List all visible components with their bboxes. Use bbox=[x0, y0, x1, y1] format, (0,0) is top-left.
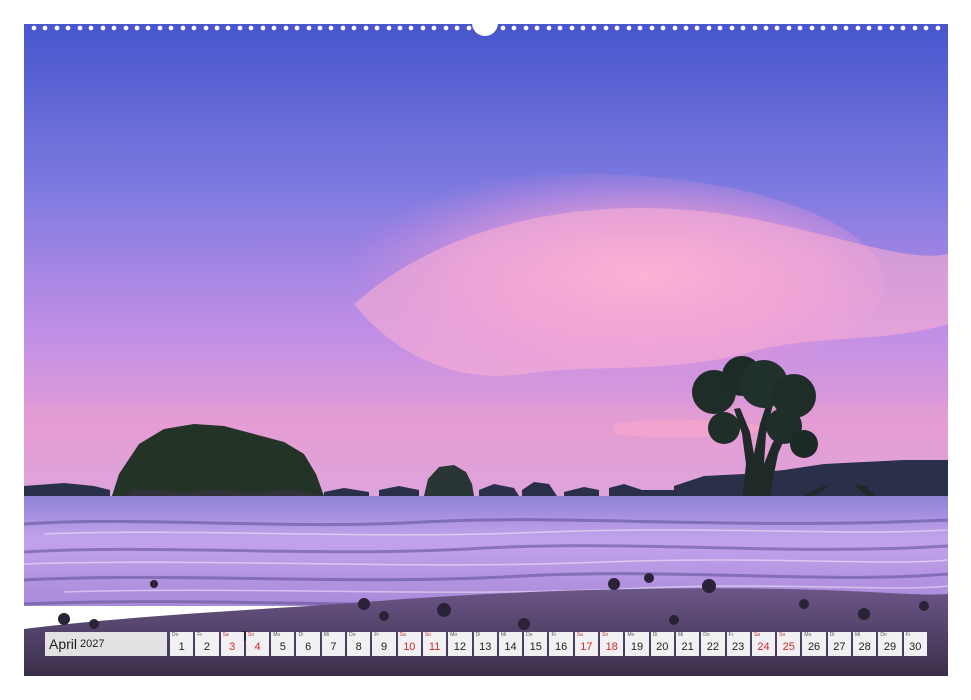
weekday-label: So bbox=[779, 632, 786, 638]
day-number: 12 bbox=[453, 641, 467, 653]
day-cell: Mi 21 bbox=[675, 632, 700, 656]
month-year: 2027 bbox=[80, 638, 105, 650]
day-number: 24 bbox=[757, 641, 770, 653]
day-number: 8 bbox=[355, 641, 362, 653]
day-cell: Do 15 bbox=[524, 632, 548, 656]
day-number: 10 bbox=[403, 641, 416, 653]
day-number: 30 bbox=[909, 641, 922, 653]
weekday-label: Do bbox=[880, 632, 887, 638]
month-label: April 2027 bbox=[45, 632, 167, 656]
weekday-label: Sa bbox=[222, 632, 229, 638]
weekday-label: Mo bbox=[450, 632, 458, 638]
day-number: 20 bbox=[656, 641, 669, 653]
day-number: 23 bbox=[732, 641, 745, 653]
weekday-label: Do bbox=[349, 632, 356, 638]
day-cell: Di 13 bbox=[473, 632, 497, 656]
day-cell: So 4 bbox=[245, 632, 270, 656]
day-cell: Di 6 bbox=[296, 632, 320, 656]
weekday-label: Do bbox=[526, 632, 533, 638]
day-cell: Mo 5 bbox=[271, 632, 295, 656]
day-number: 29 bbox=[883, 641, 897, 653]
day-number: 1 bbox=[178, 641, 185, 653]
day-cell: Fr 30 bbox=[903, 632, 927, 656]
day-number: 9 bbox=[380, 641, 388, 653]
weekday-label: So bbox=[424, 632, 432, 638]
weekday-label: Di bbox=[829, 632, 835, 638]
day-number: 6 bbox=[305, 641, 312, 653]
day-number: 2 bbox=[203, 641, 210, 653]
day-cell: Fr 2 bbox=[195, 632, 219, 656]
calendar-strip: April 2027 Do 1 Fr 2 Sa 3 So 4 Mo 5 Di 6 Mi 7 Do 8 Fr 9 Sa… bbox=[45, 632, 927, 656]
weekday-label: Fr bbox=[551, 632, 557, 638]
landscape-photo bbox=[24, 24, 948, 676]
day-cell: Sa 24 bbox=[751, 632, 776, 656]
day-cell: Mi 14 bbox=[498, 632, 523, 656]
weekday-label: So bbox=[602, 632, 609, 638]
weekday-label: Mi bbox=[500, 632, 507, 638]
weekday-label: Di bbox=[298, 632, 304, 638]
day-number: 5 bbox=[279, 641, 286, 653]
day-cell: Do 1 bbox=[170, 632, 194, 656]
day-number: 25 bbox=[782, 641, 795, 653]
weekday-label: Sa bbox=[576, 632, 583, 638]
weekday-label: Sa bbox=[753, 632, 760, 638]
day-cell: Di 27 bbox=[827, 632, 852, 656]
month-name: April bbox=[49, 636, 78, 652]
day-cells: Do 1 Fr 2 Sa 3 So 4 Mo 5 Di 6 Mi 7 Do 8 Fr 9 Sa 10 So 11 Mo 12 D… bbox=[170, 632, 927, 656]
weekday-label: Mo bbox=[273, 632, 281, 638]
day-cell: Fr 16 bbox=[549, 632, 573, 656]
day-number: 17 bbox=[580, 641, 593, 653]
weekday-label: Do bbox=[703, 632, 710, 638]
weekday-label: Di bbox=[475, 632, 481, 638]
day-number: 4 bbox=[254, 641, 261, 653]
day-cell: Mi 7 bbox=[321, 632, 346, 656]
day-number: 3 bbox=[229, 641, 236, 653]
weekday-label: Fr bbox=[374, 632, 380, 638]
day-number: 11 bbox=[428, 641, 441, 653]
day-cell: Do 8 bbox=[347, 632, 371, 656]
weekday-label: Fr bbox=[728, 632, 734, 638]
day-cell: So 11 bbox=[422, 632, 447, 656]
day-number: 13 bbox=[479, 641, 492, 653]
weekday-label: Fr bbox=[905, 632, 911, 638]
day-number: 15 bbox=[529, 641, 542, 653]
weekday-label: Mi bbox=[855, 632, 861, 638]
day-cell: Do 29 bbox=[878, 632, 902, 656]
day-number: 7 bbox=[330, 641, 337, 653]
day-cell: Mi 28 bbox=[853, 632, 877, 656]
day-cell: Mo 26 bbox=[802, 632, 826, 656]
day-number: 19 bbox=[630, 641, 644, 653]
weekday-label: So bbox=[247, 632, 255, 638]
day-cell: So 18 bbox=[600, 632, 624, 656]
day-number: 26 bbox=[807, 641, 821, 653]
weekday-label: Mi bbox=[677, 632, 684, 638]
day-cell: Fr 23 bbox=[726, 632, 750, 656]
weekday-label: Fr bbox=[197, 632, 203, 638]
day-number: 14 bbox=[504, 641, 517, 653]
day-cell: Mo 12 bbox=[448, 632, 472, 656]
weekday-label: Do bbox=[172, 632, 179, 638]
weekday-label: Mo bbox=[627, 632, 635, 638]
day-number: 27 bbox=[833, 641, 846, 653]
weekday-label: Mo bbox=[804, 632, 812, 638]
day-cell: Sa 3 bbox=[220, 632, 244, 656]
day-number: 21 bbox=[681, 641, 694, 653]
day-cell: Sa 10 bbox=[397, 632, 421, 656]
weekday-label: Mi bbox=[323, 632, 330, 638]
weekday-label: Sa bbox=[399, 632, 406, 638]
weekday-label: Di bbox=[652, 632, 658, 638]
day-cell: Fr 9 bbox=[372, 632, 396, 656]
day-cell: Di 20 bbox=[650, 632, 674, 656]
day-number: 28 bbox=[858, 641, 871, 653]
day-cell: Mo 19 bbox=[625, 632, 649, 656]
day-number: 22 bbox=[706, 641, 719, 653]
day-cell: So 25 bbox=[777, 632, 801, 656]
day-number: 18 bbox=[605, 641, 618, 653]
day-cell: Do 22 bbox=[701, 632, 725, 656]
day-number: 16 bbox=[554, 641, 568, 653]
sunset-seascape-illustration bbox=[24, 24, 948, 676]
day-cell: Sa 17 bbox=[574, 632, 599, 656]
